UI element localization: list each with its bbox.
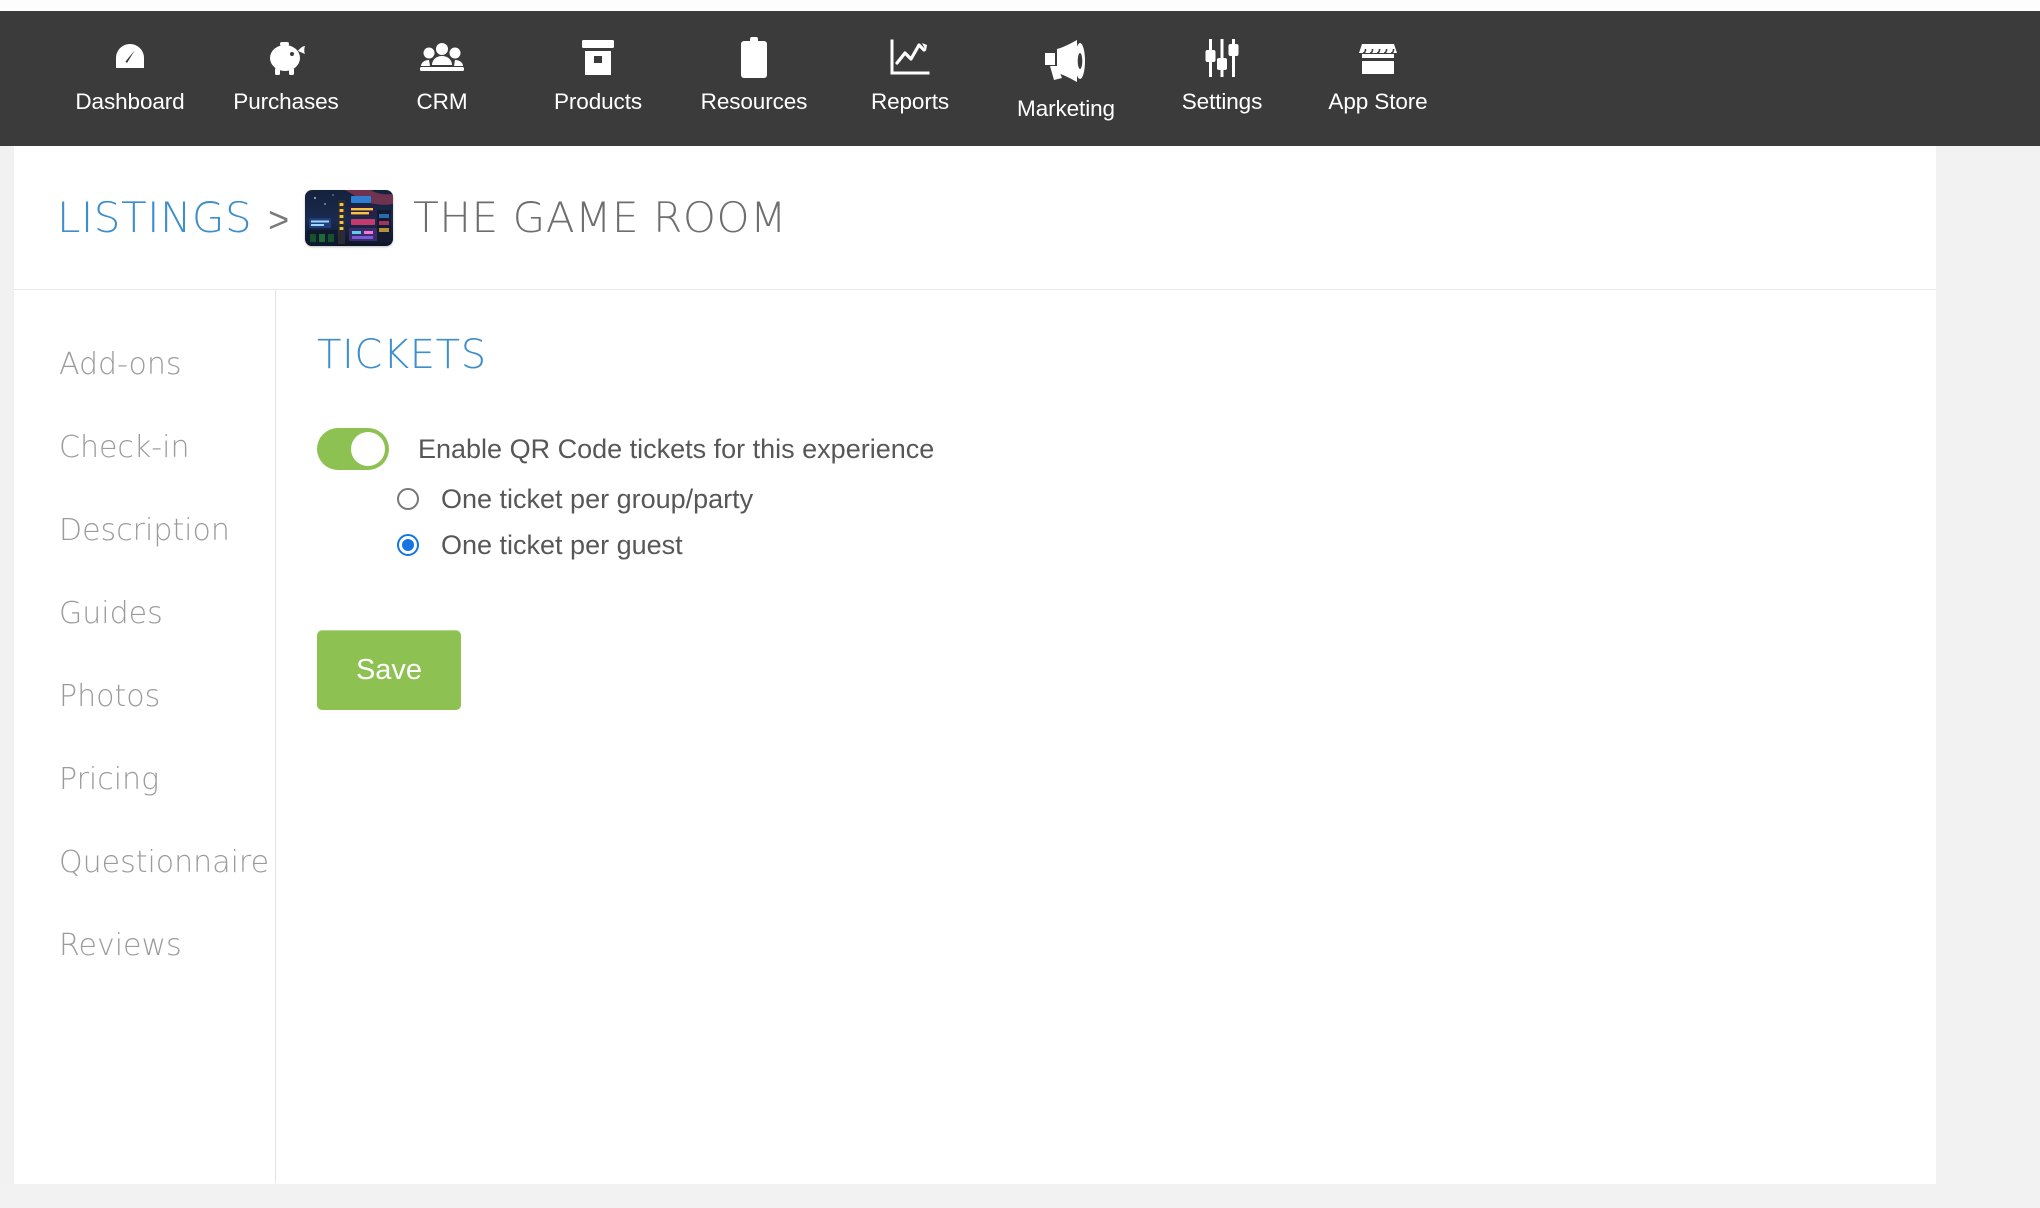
sidebar-label-questionnaire: Questionnaire xyxy=(59,845,270,880)
nav-label-settings: Settings xyxy=(1181,89,1263,114)
nav-label-products: Products xyxy=(554,89,642,114)
nav-label-resources: Resources xyxy=(700,89,808,114)
nav-item-purchases[interactable]: Purchases xyxy=(208,11,364,146)
sidebar-label-check-in: Check-in xyxy=(59,430,190,465)
breadcrumb: LISTINGS > THE GAME ROOM xyxy=(14,146,1936,290)
line-chart-icon xyxy=(889,37,931,79)
nav-item-resources[interactable]: Resources xyxy=(676,11,832,146)
qr-tickets-toggle-row: Enable QR Code tickets for this experien… xyxy=(317,428,1936,470)
sidebar-item-photos[interactable]: Photos xyxy=(14,655,275,738)
nav-item-reports[interactable]: Reports xyxy=(832,11,988,146)
section-title-tickets: TICKETS xyxy=(317,332,487,378)
radio-per-guest-indicator[interactable] xyxy=(397,534,419,556)
sidebar-item-add-ons[interactable]: Add-ons xyxy=(14,323,275,406)
page-title: THE GAME ROOM xyxy=(413,193,788,242)
nav-item-dashboard[interactable]: Dashboard xyxy=(52,11,208,146)
qr-tickets-toggle-label: Enable QR Code tickets for this experien… xyxy=(418,433,935,464)
sidebar-item-check-in[interactable]: Check-in xyxy=(14,406,275,489)
nav-item-marketing[interactable]: Marketing xyxy=(988,11,1144,146)
sidebar-label-guides: Guides xyxy=(59,596,163,631)
sidebar-label-add-ons: Add-ons xyxy=(59,347,182,382)
nav-label-reports: Reports xyxy=(870,89,950,114)
page-bottom-gutter xyxy=(0,1184,2040,1208)
nav-label-marketing: Marketing xyxy=(1017,96,1115,121)
radio-label-per-group: One ticket per group/party xyxy=(441,483,754,514)
sidebar-label-description: Description xyxy=(59,513,230,548)
listing-thumbnail[interactable] xyxy=(305,189,394,246)
nav-label-dashboard: Dashboard xyxy=(75,89,185,114)
sidebar-label-pricing: Pricing xyxy=(59,762,160,797)
box-icon xyxy=(580,37,616,79)
page-left-gutter xyxy=(0,146,14,1208)
nav-item-crm[interactable]: CRM xyxy=(364,11,520,146)
sidebar-item-questionnaire[interactable]: Questionnaire xyxy=(14,821,275,904)
radio-per-group-indicator[interactable] xyxy=(397,488,419,510)
sidebar-label-reviews: Reviews xyxy=(59,928,182,963)
window-top-strip xyxy=(0,0,2040,11)
people-group-icon xyxy=(420,37,464,79)
storefront-icon xyxy=(1358,37,1398,79)
radio-option-per-guest[interactable]: One ticket per guest xyxy=(397,522,1936,568)
page-body: Add-ons Check-in Description Guides Phot… xyxy=(14,290,1936,1183)
sidebar-item-guides[interactable]: Guides xyxy=(14,572,275,655)
breadcrumb-listings-link[interactable]: LISTINGS xyxy=(57,193,252,242)
main-navigation-bar: Dashboard Purchases CRM Products Resourc… xyxy=(0,11,2040,146)
toggle-knob xyxy=(351,432,385,466)
nav-label-app-store: App Store xyxy=(1328,89,1428,114)
nav-label-crm: CRM xyxy=(416,89,468,114)
megaphone-icon xyxy=(1041,37,1091,85)
listing-sidebar-nav: Add-ons Check-in Description Guides Phot… xyxy=(14,290,276,1183)
nav-label-purchases: Purchases xyxy=(233,89,339,114)
clipboard-icon xyxy=(738,37,770,79)
nav-item-settings[interactable]: Settings xyxy=(1144,11,1300,146)
page-right-gutter xyxy=(1936,146,2040,1208)
sidebar-label-photos: Photos xyxy=(59,679,161,714)
nav-item-products[interactable]: Products xyxy=(520,11,676,146)
qr-tickets-toggle[interactable] xyxy=(317,428,389,470)
sidebar-item-reviews[interactable]: Reviews xyxy=(14,904,275,987)
page-card: LISTINGS > THE GAME ROOM Add-ons Check-i… xyxy=(14,146,1936,1184)
tickets-panel: TICKETS Enable QR Code tickets for this … xyxy=(276,290,1936,1183)
sidebar-item-description[interactable]: Description xyxy=(14,489,275,572)
breadcrumb-separator: > xyxy=(268,198,290,240)
gauge-icon xyxy=(110,37,150,79)
sidebar-item-pricing[interactable]: Pricing xyxy=(14,738,275,821)
radio-label-per-guest: One ticket per guest xyxy=(441,529,683,560)
nav-item-app-store[interactable]: App Store xyxy=(1300,11,1456,146)
save-button[interactable]: Save xyxy=(317,630,461,710)
piggy-bank-icon xyxy=(265,37,307,79)
sliders-icon xyxy=(1202,37,1242,79)
radio-option-per-group[interactable]: One ticket per group/party xyxy=(397,476,1936,522)
